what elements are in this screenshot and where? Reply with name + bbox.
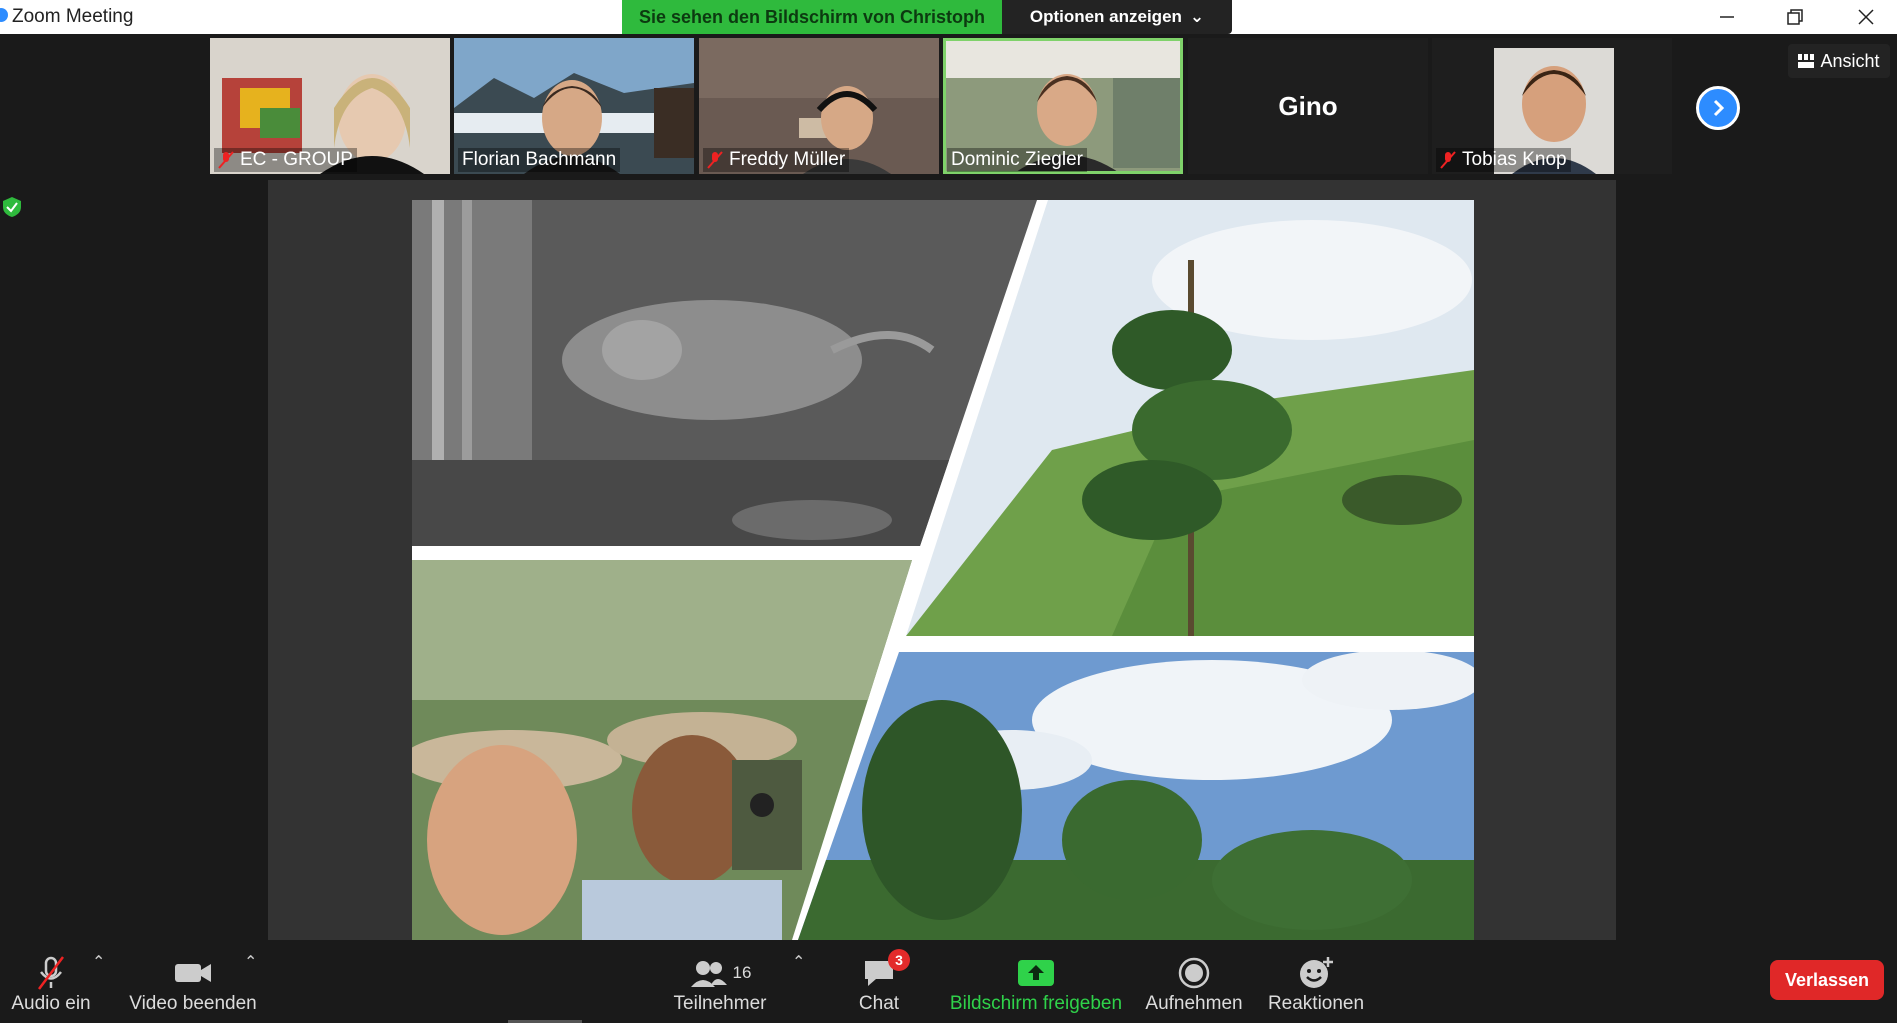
- restore-icon[interactable]: [1765, 0, 1825, 34]
- chat-unread-badge: 3: [888, 949, 910, 971]
- record-button[interactable]: Aufnehmen: [1144, 940, 1244, 1023]
- window-title: Zoom Meeting: [12, 6, 134, 27]
- record-icon: [1178, 957, 1210, 989]
- close-icon[interactable]: [1836, 0, 1896, 34]
- encryption-shield-icon[interactable]: [2, 196, 22, 218]
- view-button[interactable]: Ansicht: [1788, 44, 1890, 78]
- share-screen-button[interactable]: Bildschirm freigeben: [946, 940, 1126, 1023]
- chat-button[interactable]: 3 Chat: [842, 940, 916, 1023]
- minimize-icon[interactable]: [1697, 0, 1757, 34]
- mic-muted-icon: [1440, 151, 1456, 169]
- participant-name: Gino: [1278, 90, 1338, 121]
- participant-name: Dominic Ziegler: [947, 148, 1087, 172]
- audio-options-caret[interactable]: ⌃: [92, 952, 105, 972]
- video-camera-icon: [175, 964, 211, 982]
- audio-button[interactable]: Audio ein: [8, 940, 94, 1023]
- participant-tile[interactable]: EC - GROUP: [210, 38, 450, 174]
- view-options-button[interactable]: Optionen anzeigen ⌄: [1002, 0, 1232, 34]
- participant-name: Florian Bachmann: [458, 148, 621, 172]
- mic-muted-icon: [218, 151, 234, 169]
- participant-tile-no-video[interactable]: Gino: [1188, 38, 1428, 174]
- grid-view-icon: [1798, 54, 1815, 68]
- participants-options-caret[interactable]: ⌃: [792, 952, 805, 972]
- participants-label: Teilnehmer: [673, 993, 767, 1014]
- share-screen-icon: [1018, 960, 1054, 986]
- participants-count: 16: [732, 963, 752, 982]
- participant-name: Freddy Müller: [703, 148, 850, 172]
- reactions-emoji-icon: [1300, 957, 1333, 988]
- zoom-logo-icon: [0, 8, 8, 22]
- view-button-label: Ansicht: [1820, 50, 1880, 71]
- video-button[interactable]: Video beenden: [128, 940, 258, 1023]
- share-screen-label: Bildschirm freigeben: [949, 993, 1123, 1014]
- participant-tile-active[interactable]: Dominic Ziegler: [943, 38, 1183, 174]
- participant-name: EC - GROUP: [214, 148, 357, 172]
- participants-button[interactable]: 16 Teilnehmer: [668, 940, 772, 1023]
- chevron-right-icon: [1713, 99, 1725, 117]
- reactions-button[interactable]: Reaktionen: [1264, 940, 1368, 1023]
- screen-share-banner: Sie sehen den Bildschirm von Christoph: [622, 0, 1002, 34]
- mic-muted-icon: [707, 151, 723, 169]
- leave-meeting-button[interactable]: Verlassen: [1770, 960, 1884, 1000]
- video-options-caret[interactable]: ⌃: [244, 952, 257, 972]
- audio-label: Audio ein: [11, 993, 91, 1014]
- shared-slide: [412, 200, 1474, 940]
- participants-icon: [690, 961, 727, 987]
- participant-name: Tobias Knop: [1436, 148, 1571, 172]
- participant-tile[interactable]: Florian Bachmann: [454, 38, 694, 174]
- participant-tile[interactable]: Freddy Müller: [699, 38, 939, 174]
- video-label: Video beenden: [129, 993, 257, 1014]
- next-page-button[interactable]: [1696, 86, 1740, 130]
- view-options-label: Optionen anzeigen: [1029, 7, 1182, 26]
- chevron-down-icon: ⌄: [1189, 7, 1205, 26]
- reactions-label: Reaktionen: [1267, 993, 1365, 1014]
- slide-photo-collage: [412, 200, 1474, 940]
- chat-label: Chat: [858, 993, 900, 1014]
- record-label: Aufnehmen: [1145, 993, 1243, 1014]
- mic-muted-icon: [38, 956, 64, 990]
- participant-tile[interactable]: Tobias Knop: [1432, 38, 1672, 174]
